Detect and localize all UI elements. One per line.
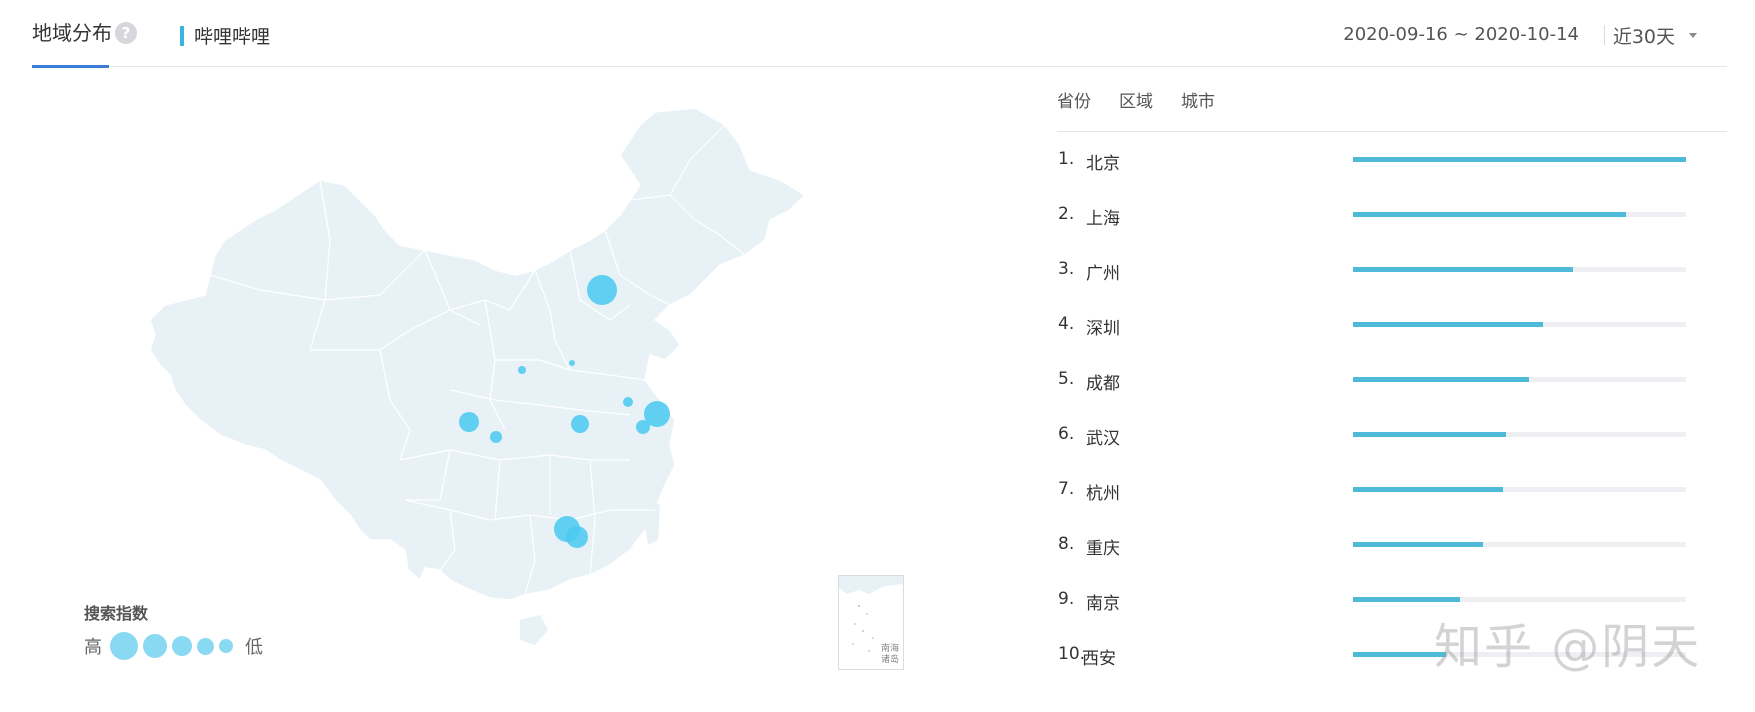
rank-city: 杭州 [1086,484,1120,504]
legend-dot-4 [197,637,214,655]
bubble-zhengzhou[interactable] [569,360,575,366]
rank-bar-track [1353,597,1686,602]
hainan-island [520,615,548,645]
rank-bar-fill [1353,542,1483,547]
inset-coastline [839,576,903,594]
bubble-hangzhou[interactable] [636,420,650,434]
rank-bar-track [1353,267,1686,272]
rank-row[interactable]: 6. 武汉 [1058,408,1698,463]
bubble-wuhan[interactable] [571,415,589,433]
period-select[interactable]: 近30天 [1613,22,1697,49]
rank-bar-track [1353,322,1686,327]
rank-row[interactable]: 7. 杭州 [1058,463,1698,518]
rank-bar-track [1353,542,1686,547]
legend-low-label: 低 [245,637,263,658]
china-map-outline [149,107,807,601]
keyword-color-bar [180,25,184,46]
rank-city: 西安 [1082,649,1116,669]
legend-scale: 高 低 [84,632,263,660]
rank-bar-track [1353,377,1686,382]
rank-bar-track [1353,157,1686,162]
help-icon[interactable]: ? [115,22,137,44]
bubble-chengdu[interactable] [459,412,479,432]
rank-city: 南京 [1086,594,1120,614]
rank-bar-track [1353,487,1686,492]
bubble-shenzhen[interactable] [566,526,588,548]
rank-city: 上海 [1086,209,1120,229]
rank-bar-fill [1353,487,1503,492]
rank-bar-fill [1353,652,1447,657]
tab-underline [32,65,109,68]
rank-number: 4. [1058,314,1075,334]
rank-bar-fill [1353,377,1530,382]
rank-number: 2. [1058,204,1075,224]
rank-number: 7. [1058,479,1075,499]
header: 地域分布 ? 哔哩哔哩 2020-09-16 ~ 2020-10-14 近30天 [32,0,1727,68]
legend-high-label: 高 [84,637,102,658]
tab-label: 地域分布 [32,21,112,45]
rank-number: 5. [1058,369,1075,389]
tab-province[interactable]: 省份 [1057,90,1091,131]
rank-city: 武汉 [1086,429,1120,449]
keyword-legend: 哔哩哔哩 [180,22,270,49]
legend-dot-1 [110,632,138,660]
bubble-chongqing[interactable] [490,431,502,443]
china-map-svg [149,107,807,645]
rank-row[interactable]: 4. 深圳 [1058,298,1698,353]
header-divider [1604,25,1605,45]
tab-region[interactable]: 区域 [1119,90,1153,131]
period-label: 近30天 [1612,26,1675,48]
rank-number: 3. [1058,259,1075,279]
rank-number: 1. [1058,149,1075,169]
rank-bar-fill [1353,157,1686,162]
legend-title: 搜索指数 [84,604,149,623]
rank-row[interactable]: 5. 成都 [1058,353,1698,408]
tab-city[interactable]: 城市 [1181,90,1215,131]
rank-bar-fill [1353,322,1543,327]
caret-down-icon [1689,33,1697,38]
legend-dot-2 [143,634,167,658]
rank-city: 重庆 [1086,539,1120,559]
watermark: 知乎 @阴天 [1434,619,1702,675]
rank-number: 10. [1058,644,1086,664]
rank-number: 9. [1058,589,1075,609]
bubble-beijing[interactable] [587,275,617,305]
south-china-sea-inset: 南海 诸岛 [838,575,904,670]
rank-bar-fill [1353,597,1460,602]
rank-bar-track [1353,432,1686,437]
china-map[interactable] [149,100,910,680]
legend-dot-3 [172,636,192,656]
tab-region-distribution[interactable]: 地域分布 ? [32,20,137,68]
rank-bar-track [1353,212,1686,217]
rank-number: 8. [1058,534,1075,554]
rank-list: 1. 北京 2. 上海 3. 广州 4. 深圳 5. 成都 6. 武汉 7. 杭州 8. 重庆 … [1058,133,1698,683]
rank-row[interactable]: 3. 广州 [1058,243,1698,298]
legend-dot-5 [219,639,233,653]
rank-row[interactable]: 1. 北京 [1058,133,1698,188]
rank-city: 深圳 [1086,319,1120,339]
rank-bar-fill [1353,267,1573,272]
list-tabs: 省份 区域 城市 [1057,90,1727,132]
rank-number: 6. [1058,424,1075,444]
inset-islands [852,604,874,652]
rank-city: 成都 [1086,374,1120,394]
bubble-nanjing[interactable] [623,397,633,407]
rank-row[interactable]: 2. 上海 [1058,188,1698,243]
bubble-xian[interactable] [518,366,526,374]
date-range: 2020-09-16 ~ 2020-10-14 [1343,24,1579,45]
rank-bar-fill [1353,212,1627,217]
inset-label: 南海 诸岛 [880,644,899,665]
map-legend: 搜索指数 高 低 [84,600,263,660]
rank-row[interactable]: 8. 重庆 [1058,518,1698,573]
rank-city: 北京 [1086,154,1120,174]
rank-city: 广州 [1086,264,1120,284]
rank-bar-fill [1353,432,1507,437]
keyword-label: 哔哩哔哩 [194,26,271,48]
